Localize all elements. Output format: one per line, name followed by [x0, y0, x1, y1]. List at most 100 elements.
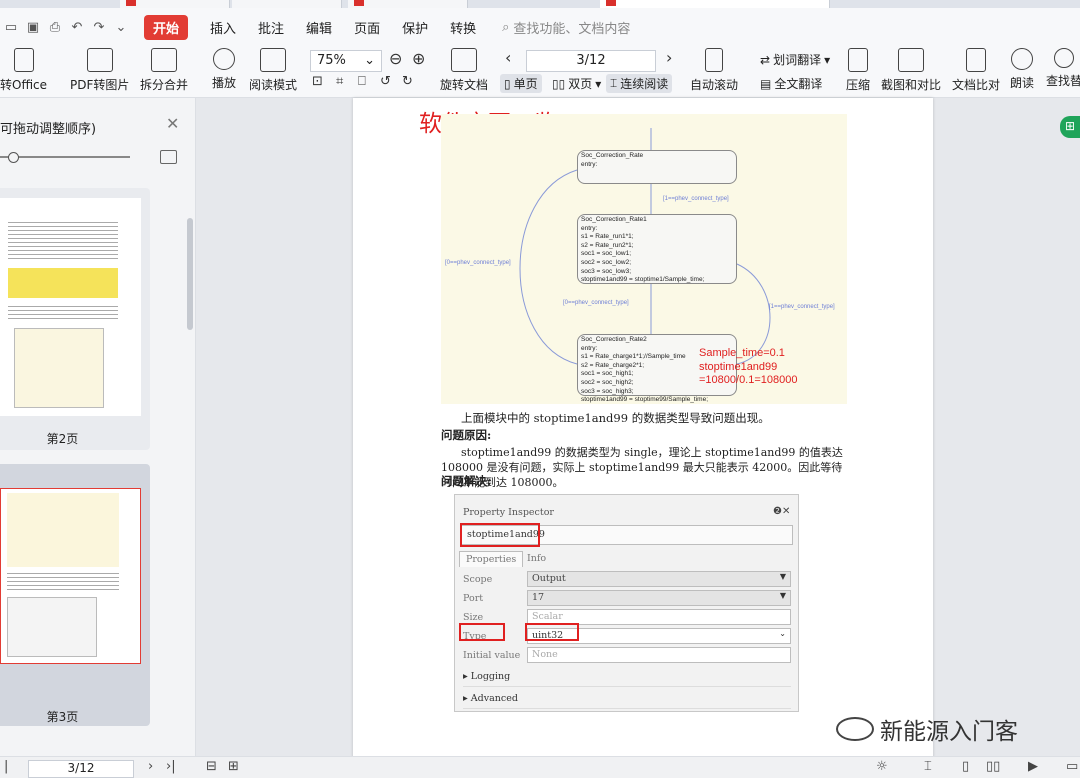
read-aloud-button[interactable]: 朗读 — [1010, 48, 1034, 91]
save-icon[interactable]: ▣ — [22, 16, 44, 38]
fit-icon[interactable]: ⌶ — [924, 759, 932, 774]
document-area: 软件变更一览 Soc_Correction_Rate entry: [1==ph… — [196, 98, 1080, 758]
thumbnail-page-3[interactable]: 第3页 — [0, 464, 150, 726]
next-page-icon[interactable]: › — [148, 759, 153, 774]
state-line: stoptime1and99 = stoptime99/Sample_time; — [581, 396, 709, 404]
single-page-label: 单页 — [513, 77, 538, 91]
fullscreen-icon[interactable]: ▭ — [1066, 759, 1078, 774]
side-tool-icon[interactable]: ⊞ — [1060, 116, 1080, 138]
continuous-label: 连续阅读 — [620, 77, 669, 91]
menu-edit[interactable]: 编辑 — [306, 18, 332, 37]
fit-width-icon[interactable]: ⎕ — [358, 74, 366, 89]
fit-page-icon[interactable]: ⌗ — [336, 74, 343, 89]
single-page-icon[interactable]: ▯ — [962, 759, 969, 774]
annotation-line: =10800/0.1=108000 — [699, 374, 798, 386]
image-icon[interactable] — [160, 150, 177, 164]
tab[interactable] — [348, 0, 468, 8]
thumbnail-page-2[interactable]: 第2页 — [0, 188, 150, 450]
doc-compare-label: 文档比对 — [952, 78, 1001, 92]
section-label: Logging — [470, 671, 511, 682]
double-page-label: 双页 — [568, 77, 593, 91]
menu-protect[interactable]: 保护 — [402, 18, 428, 37]
undo-icon[interactable]: ↶ — [66, 16, 88, 38]
zoom-in-icon[interactable]: ⊕ — [412, 49, 425, 68]
page-number-input[interactable]: 3/12 — [526, 50, 656, 72]
zoom-out-icon[interactable]: ⊖ — [389, 49, 402, 68]
start-tab[interactable]: 开始 — [144, 14, 189, 40]
thumbnail-inspector — [7, 597, 97, 657]
read-mode-button[interactable]: 阅读模式 — [249, 48, 297, 93]
panel-title: 可拖动调整顺序) — [0, 122, 97, 137]
double-page-button[interactable]: ▯▯ 双页 ▾ — [552, 75, 601, 92]
status-page-input[interactable]: 3/12 — [28, 760, 134, 778]
play-icon[interactable]: ▶ — [1028, 759, 1038, 774]
back-icon[interactable]: ⊟ — [206, 759, 217, 774]
doc-compare-button[interactable]: 文档比对 — [952, 48, 1000, 93]
rotate-left-icon[interactable]: ↺ — [380, 74, 391, 89]
thumbnail-size-slider[interactable] — [0, 156, 130, 158]
compress-button[interactable]: 压缩 — [846, 48, 870, 93]
thumbnail-label: 第2页 — [46, 432, 79, 446]
search-icon: ⌕ — [502, 19, 510, 35]
split-merge-button[interactable]: 拆分合并 — [140, 48, 188, 93]
auto-scroll-button[interactable]: 自动滚动 — [690, 48, 738, 93]
field-value: 17 — [532, 592, 545, 603]
rotate-doc-icon — [451, 48, 477, 72]
zoom-value: 75% — [317, 53, 346, 68]
state-line: soc3 = soc_low3; — [581, 267, 632, 275]
image-convert-icon — [86, 48, 113, 72]
pdf-page: 软件变更一览 Soc_Correction_Rate entry: [1==ph… — [353, 98, 933, 758]
zoom-select[interactable]: 75% ⌄ — [310, 50, 382, 72]
double-page-icon: ▯▯ — [552, 76, 566, 91]
state-line: soc1 = soc_low1; — [581, 250, 632, 258]
panel-scrollbar[interactable] — [187, 218, 193, 330]
double-page-icon[interactable]: ▯▯ — [986, 759, 1000, 774]
find-replace-button[interactable]: 查找替 — [1046, 48, 1080, 89]
highlight-box — [459, 623, 505, 641]
tab[interactable] — [232, 0, 342, 8]
play-button[interactable]: 播放 — [212, 48, 236, 91]
menu-insert[interactable]: 插入 — [210, 18, 236, 37]
highlight-box — [525, 623, 579, 641]
print-icon[interactable]: ⎙ — [44, 16, 66, 38]
rotate-doc-button[interactable]: 旋转文档 — [440, 48, 488, 93]
first-page-icon[interactable]: | — [4, 759, 8, 774]
word-translate-label: 划词翻译 — [773, 53, 822, 67]
state-line: s1 = Rate_run1*1; — [581, 233, 634, 241]
forward-icon[interactable]: ⊞ — [228, 759, 239, 774]
actual-size-icon[interactable]: ⊡ — [312, 74, 323, 89]
to-office-button[interactable]: 转Office — [0, 48, 47, 93]
function-search[interactable]: ⌕ 查找功能、文档内容 — [502, 18, 630, 37]
property-inspector-screenshot: Property Inspector ❷✕ stoptime1and99 Pro… — [454, 494, 799, 712]
screenshot-compare-button[interactable]: 截图和对比 — [881, 48, 941, 93]
dropdown-icon[interactable]: ⌄ — [110, 16, 132, 38]
eye-protect-icon[interactable]: ☼ — [876, 759, 888, 774]
menu-page[interactable]: 页面 — [354, 18, 380, 37]
close-icon[interactable]: ✕ — [166, 114, 179, 133]
tab[interactable] — [120, 0, 230, 8]
slider-handle[interactable] — [8, 152, 19, 163]
split-merge-label: 拆分合并 — [140, 78, 189, 92]
watermark-text: 新能源入门客 — [880, 719, 1018, 745]
state-line: entry: — [581, 160, 598, 168]
screenshot-icon — [898, 48, 924, 72]
last-page-icon[interactable]: ›| — [166, 759, 176, 774]
menu-annotate[interactable]: 批注 — [258, 18, 284, 37]
highlight-box — [460, 523, 540, 547]
single-page-button[interactable]: ▯ 单页 — [500, 74, 542, 93]
tab-active[interactable] — [600, 0, 830, 8]
logging-section: ▸ Logging — [463, 671, 791, 687]
prev-page-icon[interactable]: ‹ — [505, 48, 511, 67]
next-page-icon[interactable]: › — [666, 48, 672, 67]
continuous-read-button[interactable]: ⌶ 连续阅读 — [606, 74, 673, 93]
compress-icon — [848, 48, 868, 72]
word-translate-button[interactable]: ⇄ 划词翻译 ▾ — [760, 51, 830, 68]
full-translate-button[interactable]: ▤ 全文翻译 — [760, 75, 822, 92]
menu-convert[interactable]: 转换 — [450, 18, 476, 37]
redo-icon[interactable]: ↷ — [88, 16, 110, 38]
pdf-to-image-button[interactable]: PDF转图片 — [70, 48, 129, 93]
folder-icon[interactable]: ▭ — [0, 16, 22, 38]
rotate-right-icon[interactable]: ↻ — [402, 74, 413, 89]
expand-arrow-icon: ▸ — [463, 693, 471, 704]
state-line: soc2 = soc_low2; — [581, 258, 632, 266]
